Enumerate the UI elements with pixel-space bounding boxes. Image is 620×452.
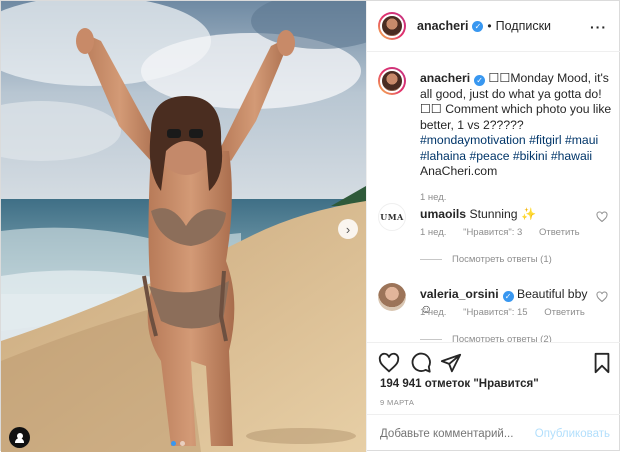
heart-icon[interactable] <box>378 352 400 374</box>
comment-timestamp[interactable]: 1 нед. <box>420 227 446 238</box>
author-username[interactable]: anacheri <box>417 19 468 33</box>
hashtag-link[interactable]: #bikini <box>513 149 548 163</box>
avatar-logo-text: UMA <box>380 212 404 222</box>
comment-like-count[interactable]: "Нравится": 15 <box>463 307 528 318</box>
user-tag-icon[interactable] <box>9 427 30 448</box>
ellipsis-icon[interactable]: ··· <box>590 19 607 35</box>
separator-dot: • <box>487 19 492 33</box>
hashtag-link[interactable]: #hawaii <box>551 149 592 163</box>
beach-photo-image <box>1 1 366 452</box>
post-header: anacheri ✓ • Подписки ··· <box>367 1 620 52</box>
hashtag-link[interactable]: #mondaymotivation <box>420 133 526 147</box>
next-photo-button[interactable]: › <box>338 219 358 239</box>
hashtag-link[interactable]: #fitgirl <box>529 133 562 147</box>
hashtag-link[interactable]: #maui <box>565 133 598 147</box>
comment-timestamp[interactable]: 1 нед. <box>420 307 446 318</box>
carousel-dot-1 <box>171 441 176 446</box>
chevron-right-icon: › <box>345 221 351 237</box>
post-date[interactable]: 9 МАРТА <box>380 398 414 407</box>
publish-button[interactable]: Опубликовать <box>535 428 610 440</box>
comment-meta: 1 нед. "Нравится": 3 Ответить <box>420 227 594 238</box>
author-avatar[interactable] <box>378 12 406 40</box>
comment-icon[interactable] <box>410 352 432 374</box>
hashtag-link[interactable]: #lahaina <box>420 149 466 163</box>
caption-link[interactable]: AnaCheri.com <box>420 164 497 178</box>
share-icon[interactable] <box>440 352 462 374</box>
verified-badge-icon: ✓ <box>502 291 514 302</box>
view-replies-label: Посмотреть ответы (1) <box>452 254 552 265</box>
view-replies-button[interactable]: Посмотреть ответы (1) <box>420 254 552 265</box>
verified-badge-icon: ✓ <box>472 20 484 32</box>
caption-text: anacheri ✓ ☐☐Monday Mood, it's all good, … <box>420 71 615 180</box>
comment-username[interactable]: umaoils <box>420 207 466 221</box>
caption-username[interactable]: anacheri <box>420 71 470 85</box>
commenter-avatar[interactable]: UMA <box>378 203 406 231</box>
comment-like-heart-icon[interactable] <box>596 211 608 223</box>
hashtag-link[interactable]: #peace <box>469 149 509 163</box>
comment-like-heart-icon[interactable] <box>596 291 608 303</box>
bookmark-icon[interactable] <box>591 352 613 374</box>
post-photo[interactable]: › <box>1 1 366 452</box>
commenter-avatar[interactable] <box>378 283 406 311</box>
caption-author-avatar[interactable] <box>378 67 406 95</box>
comment-like-count[interactable]: "Нравится": 3 <box>463 227 522 238</box>
comment-reply-button[interactable]: Ответить <box>544 307 585 318</box>
comment-body: Stunning ✨ <box>469 207 537 221</box>
instagram-post-dialog: › anacheri ✓ • Подписки ··· anacheri ✓ ☐☐… <box>0 0 620 452</box>
caption-timestamp[interactable]: 1 нед. <box>420 192 446 203</box>
comment-reply-button[interactable]: Ответить <box>539 227 580 238</box>
view-replies-button[interactable]: Посмотреть ответы (2) <box>420 334 552 342</box>
comment-text: umaoils Stunning ✨ <box>420 207 590 221</box>
comment-input[interactable] <box>380 427 535 440</box>
add-comment-bar: Опубликовать <box>367 414 620 452</box>
carousel-indicator <box>171 441 185 446</box>
post-sidebar: anacheri ✓ • Подписки ··· anacheri ✓ ☐☐Mo… <box>366 1 620 452</box>
verified-badge-icon: ✓ <box>474 75 486 86</box>
comments-list[interactable]: anacheri ✓ ☐☐Monday Mood, it's all good, … <box>367 53 620 342</box>
following-button[interactable]: Подписки <box>496 19 551 33</box>
likes-count[interactable]: 194 941 отметок "Нравится" <box>380 378 539 390</box>
comment-meta: 1 нед. "Нравится": 15 Ответить <box>420 307 599 318</box>
post-actions: 194 941 отметок "Нравится" 9 МАРТА <box>367 342 620 414</box>
comment-username[interactable]: valeria_orsini <box>420 287 499 301</box>
carousel-dot-2 <box>180 441 185 446</box>
view-replies-label: Посмотреть ответы (2) <box>452 334 552 342</box>
